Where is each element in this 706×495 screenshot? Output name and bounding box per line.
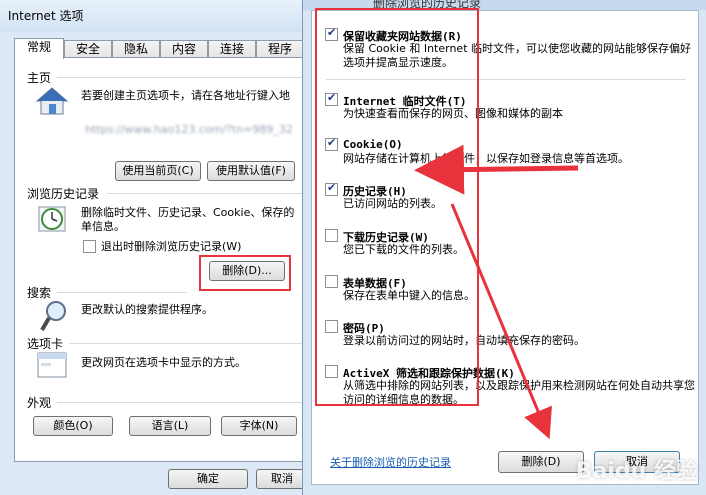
fonts-button[interactable]: 字体(N) [221, 416, 297, 436]
tab-connections[interactable]: 连接 [208, 40, 256, 58]
annotation-box-options [315, 8, 479, 406]
tab-privacy[interactable]: 隐私 [112, 40, 160, 58]
home-url-input[interactable]: https://www.hao123.com/?tn=989_32 [85, 121, 305, 139]
tabs-window-icon [37, 350, 69, 383]
divider [57, 77, 307, 78]
languages-button[interactable]: 语言(L) [129, 416, 211, 436]
tabs-description: 更改网页在选项卡中显示的方式。 [81, 356, 246, 369]
use-current-button[interactable]: 使用当前页(C) [115, 161, 201, 181]
internet-options-window: Internet 选项 常规 安全 隐私 内容 连接 程序 主页 若要创建主页选… [0, 0, 314, 495]
history-description-2: 单信息。 [81, 220, 125, 233]
delete-history-dialog: 删除浏览的历史记录 保留收藏夹网站数据(R) 保留 Cookie 和 Inter… [302, 0, 706, 495]
divider [57, 292, 187, 293]
home-section-label: 主页 [27, 71, 52, 85]
history-section-label: 浏览历史记录 [27, 187, 100, 201]
annotation-box-delete [199, 255, 291, 291]
options-tabs: 常规 安全 隐私 内容 连接 程序 [14, 38, 310, 59]
tab-general[interactable]: 常规 [14, 38, 64, 59]
use-default-button[interactable]: 使用默认值(F) [207, 161, 295, 181]
divider [69, 343, 307, 344]
divider [57, 402, 307, 403]
ok-button[interactable]: 确定 [168, 469, 248, 489]
about-delete-history-link[interactable]: 关于删除浏览的历史记录 [330, 454, 451, 470]
history-description-1: 删除临时文件、历史记录、Cookie、保存的 [81, 206, 295, 219]
magnifier-icon [39, 299, 69, 336]
general-tab-panel: 主页 若要创建主页选项卡，请在各地址行键入地 https://www.hao12… [14, 57, 314, 462]
history-clock-icon [37, 203, 71, 238]
home-description: 若要创建主页选项卡，请在各地址行键入地 [81, 89, 290, 102]
colors-button[interactable]: 颜色(O) [33, 416, 113, 436]
back-cancel-button[interactable]: 取消 [256, 469, 308, 489]
divider [107, 193, 307, 194]
delete-on-exit-label: 退出时删除浏览历史记录(W) [101, 240, 242, 253]
tab-programs[interactable]: 程序 [256, 40, 304, 58]
search-description: 更改默认的搜索提供程序。 [81, 303, 213, 316]
delete-on-exit-checkbox[interactable] [83, 240, 96, 253]
baidu-watermark: Baidu 经验 [575, 459, 698, 484]
delete-button[interactable]: 删除(D) [498, 451, 584, 473]
tab-security[interactable]: 安全 [64, 40, 112, 58]
internet-options-titlebar[interactable]: Internet 选项 [0, 0, 309, 32]
appearance-section-label: 外观 [27, 396, 52, 410]
window-title: Internet 选项 [8, 9, 84, 23]
tab-content[interactable]: 内容 [160, 40, 208, 58]
house-icon [35, 86, 69, 119]
